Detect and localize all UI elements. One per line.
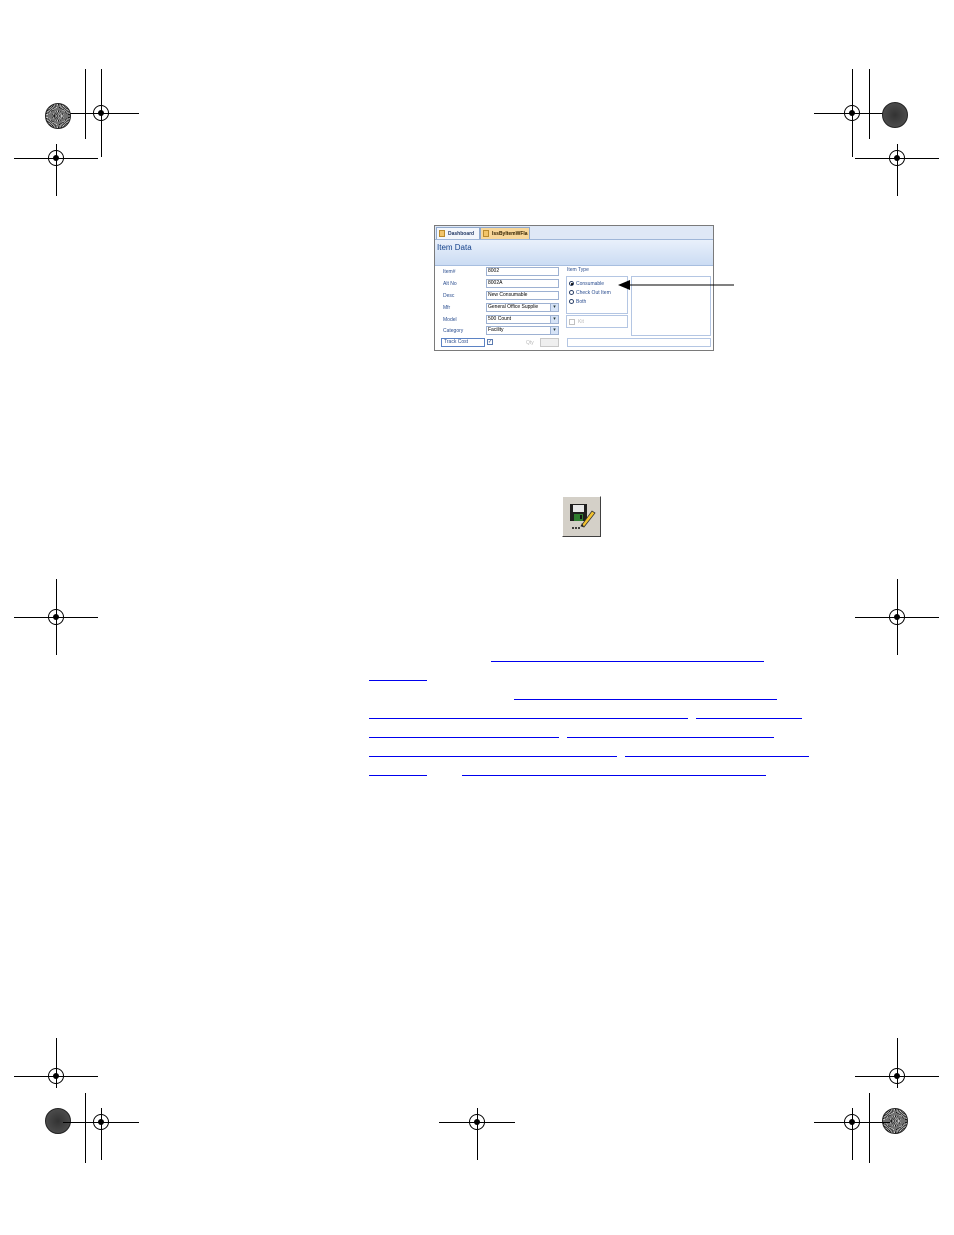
tab-item-form-label: IssByItemWFla [492,231,528,237]
qty-field[interactable] [540,338,559,347]
hyperlink[interactable] [491,648,764,662]
registration-starburst-icon [45,1108,71,1134]
category-select[interactable]: Facility ▾ [486,326,559,335]
radio-icon [569,299,574,305]
chevron-down-icon[interactable]: ▾ [550,327,558,334]
kit-label: Kit [578,319,584,325]
tab-dashboard-label: Dashboard [448,231,475,237]
hyperlink[interactable] [696,705,802,719]
mfr-select[interactable]: General Office Supplie ▾ [486,303,559,312]
status-field[interactable] [567,338,711,347]
track-cost-label-box: Track Cost [441,338,485,347]
radio-selected-icon [569,281,574,287]
item-no-value: 8002 [488,268,500,274]
radio-consumable[interactable]: Consumable [569,281,604,287]
registration-starburst-icon [882,1108,908,1134]
hyperlink[interactable] [369,743,617,757]
hyperlink[interactable] [462,762,766,776]
form-title: Item Data [437,243,472,252]
save-edit-button[interactable] [562,496,601,537]
form-icon [439,230,445,237]
item-no-field[interactable]: 8002 [486,267,559,276]
category-value: Facility [488,327,504,333]
field-label-desc: Desc [443,293,455,299]
field-label-mfr: Mfr [443,305,451,311]
tab-dashboard[interactable]: Dashboard [436,227,480,239]
track-cost-label: Track Cost [444,339,468,345]
desc-field[interactable]: New Consumable [486,291,559,300]
form-icon [483,230,489,237]
registration-starburst-icon [45,103,71,129]
desc-value: New Consumable [488,292,528,298]
form-header: Item Data [435,240,713,266]
radio-icon [569,290,574,296]
hyperlink[interactable] [369,724,559,738]
kit-group [566,315,628,328]
radio-check-out-item[interactable]: Check Out Item [569,290,611,296]
save-edit-icon [570,504,596,529]
field-label-item-no: Item# [443,269,456,275]
hyperlink[interactable] [369,667,427,681]
radio-both-label: Both [576,299,587,305]
hyperlink[interactable] [369,762,427,776]
tab-bar: Dashboard IssByItemWFla [435,226,713,240]
kit-checkbox[interactable] [569,319,575,325]
field-label-model: Model [443,317,457,323]
model-select[interactable]: 500 Count ▾ [486,315,559,324]
registration-starburst-icon [882,102,908,128]
mfr-value: General Office Supplie [488,304,539,310]
field-label-alt-no: Alt No [443,281,457,287]
track-cost-checkbox[interactable]: ✓ [487,339,493,345]
item-type-label: Item Type [567,267,589,273]
radio-both[interactable]: Both [569,299,586,305]
qty-label: Qty [526,340,534,346]
alt-no-value: 8002A [488,280,503,286]
hyperlink[interactable] [625,743,809,757]
chevron-down-icon[interactable]: ▾ [550,304,558,311]
model-value: 500 Count [488,316,512,322]
chevron-down-icon[interactable]: ▾ [550,316,558,323]
callout-arrow [618,280,734,290]
radio-consumable-label: Consumable [576,281,605,287]
hyperlink[interactable] [514,686,777,700]
field-label-category: Category [443,328,464,334]
radio-check-out-label: Check Out Item [576,290,611,296]
hyperlink[interactable] [567,724,774,738]
hyperlink[interactable] [369,705,688,719]
tab-item-form[interactable]: IssByItemWFla [480,227,530,239]
alt-no-field[interactable]: 8002A [486,279,559,288]
